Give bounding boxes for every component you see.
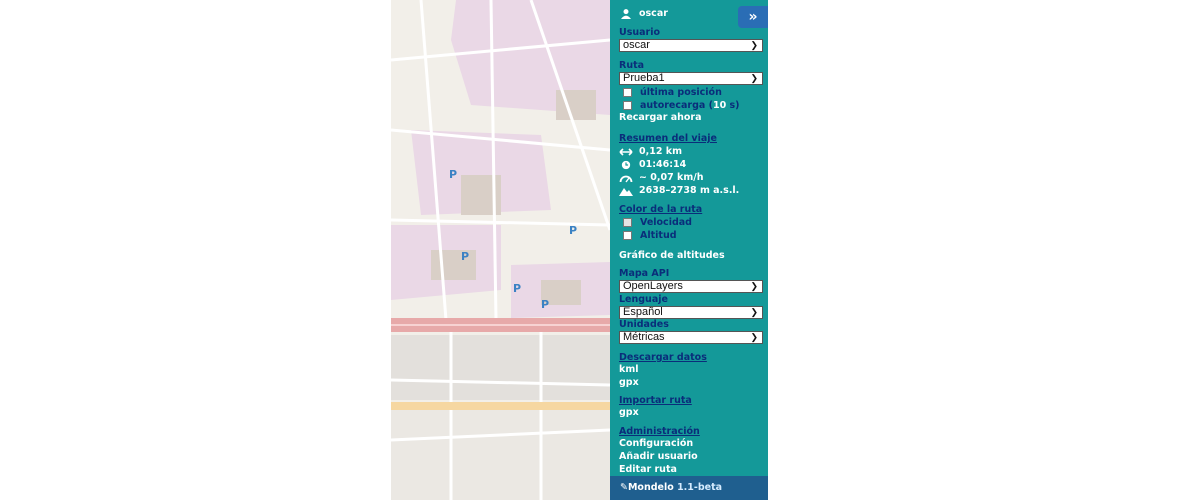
autoreload-label: autorecarga (10 s) (640, 100, 740, 111)
pencil-icon: ✎ (620, 482, 628, 493)
units-select-value: Métricas (623, 331, 665, 343)
usuario-select[interactable]: oscar ❯ (619, 39, 763, 52)
download-gpx-link[interactable]: gpx (619, 377, 639, 388)
trip-summary-link[interactable]: Resumen del viaje (619, 133, 717, 144)
mountain-icon (619, 187, 633, 196)
map-api-select[interactable]: OpenLayers ❯ (619, 280, 763, 293)
import-gpx-link[interactable]: gpx (619, 407, 639, 418)
map-view[interactable]: P P P P P (391, 0, 610, 500)
svg-text:P: P (449, 168, 457, 181)
route-color-link[interactable]: Color de la ruta (619, 204, 702, 215)
summary-altitude-value: 2638–2738 m a.s.l. (639, 185, 740, 196)
edit-route-link[interactable]: Editar ruta (619, 464, 677, 475)
map-tiles[interactable]: P P P P P (391, 0, 610, 500)
chevron-down-icon: ❯ (750, 40, 758, 50)
user-header: oscar (619, 8, 668, 19)
distance-arrows-icon (619, 147, 633, 156)
side-panel: oscar » Usuario oscar ❯ Ruta Prueba1 ❯ ú… (610, 0, 768, 500)
user-name: oscar (639, 8, 668, 19)
autoreload-checkbox[interactable] (623, 101, 632, 110)
summary-distance-value: 0,12 km (639, 146, 682, 157)
svg-text:P: P (513, 282, 521, 295)
app-footer: ✎Mondelo 1.1-beta (610, 476, 768, 500)
svg-text:P: P (541, 298, 549, 311)
ruta-select-value: Prueba1 (623, 72, 665, 84)
configuration-link[interactable]: Configuración (619, 438, 693, 449)
double-chevron-right-icon: » (748, 9, 758, 25)
summary-time: 01:46:14 (619, 159, 686, 170)
autoreload-prefix: autorecarga ( (640, 100, 713, 111)
map-api-label: Mapa API (619, 268, 670, 279)
color-altitude-label: Altitud (640, 230, 677, 241)
language-label: Lenguaje (619, 294, 668, 305)
download-kml-link[interactable]: kml (619, 364, 638, 375)
clock-icon (621, 160, 631, 169)
last-position-checkbox[interactable] (623, 88, 632, 97)
usuario-label: Usuario (619, 27, 661, 38)
ruta-select[interactable]: Prueba1 ❯ (619, 72, 763, 85)
language-select-value: Español (623, 306, 663, 318)
app-name[interactable]: Mondelo (628, 482, 674, 493)
color-speed-label: Velocidad (640, 217, 692, 228)
chevron-down-icon: ❯ (750, 307, 758, 317)
chevron-down-icon: ❯ (750, 281, 758, 291)
usuario-select-value: oscar (623, 39, 650, 51)
svg-text:P: P (461, 250, 469, 263)
import-route-link[interactable]: Importar ruta (619, 395, 692, 406)
language-select[interactable]: Español ❯ (619, 306, 763, 319)
app-version: 1.1-beta (677, 482, 723, 493)
color-speed-checkbox[interactable] (623, 218, 632, 227)
chevron-down-icon: ❯ (750, 73, 758, 83)
summary-time-value: 01:46:14 (639, 159, 687, 170)
summary-speed: ~ 0,07 km/h (619, 172, 703, 183)
svg-text:P: P (569, 224, 577, 237)
color-altitude-checkbox[interactable] (623, 231, 632, 240)
last-position-label: última posición (640, 87, 722, 98)
user-icon (621, 8, 631, 19)
chevron-down-icon: ❯ (750, 332, 758, 342)
units-label: Unidades (619, 319, 669, 330)
units-select[interactable]: Métricas ❯ (619, 331, 763, 344)
map-api-select-value: OpenLayers (623, 280, 683, 292)
add-user-link[interactable]: Añadir usuario (619, 451, 698, 462)
collapse-panel-button[interactable]: » (738, 6, 768, 28)
administration-link[interactable]: Administración (619, 426, 700, 437)
reload-now-link[interactable]: Recargar ahora (619, 112, 702, 123)
altitude-chart-link[interactable]: Gráfico de altitudes (619, 250, 725, 261)
autoreload-interval[interactable]: 10 (713, 100, 726, 111)
summary-distance: 0,12 km (619, 146, 682, 157)
summary-altitude: 2638–2738 m a.s.l. (619, 185, 739, 196)
ruta-label: Ruta (619, 60, 645, 71)
speedometer-icon (619, 175, 633, 182)
download-data-link[interactable]: Descargar datos (619, 352, 707, 363)
summary-speed-value: ~ 0,07 km/h (639, 172, 704, 183)
autoreload-suffix: s) (726, 100, 740, 111)
